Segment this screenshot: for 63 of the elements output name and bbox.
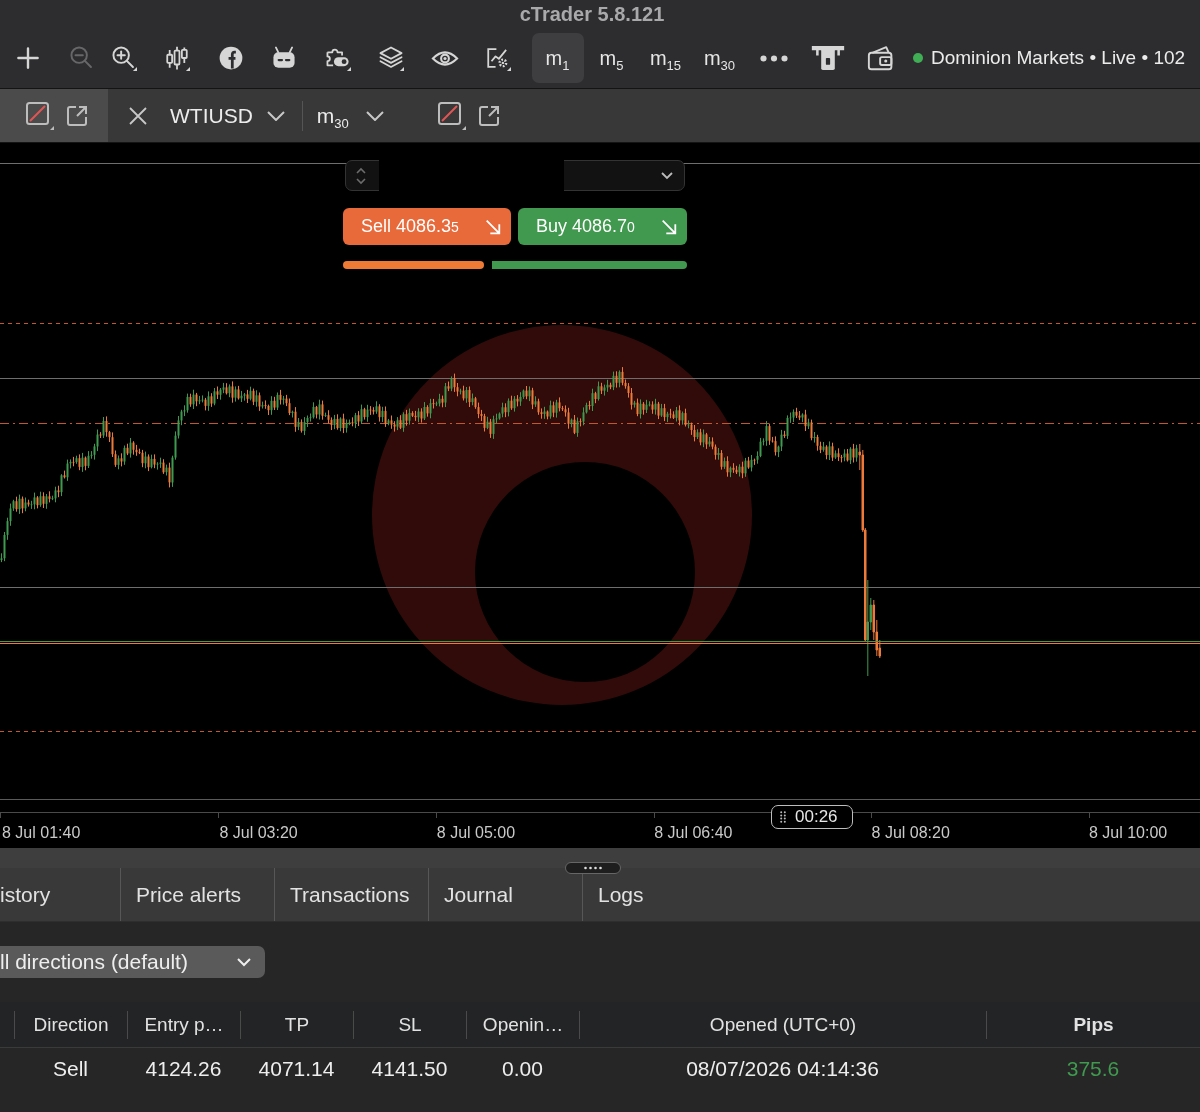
circle-f-icon[interactable] [217,45,244,71]
table-cell-text: 375.6 [1065,1057,1121,1081]
column-header[interactable]: Direction [14,1010,127,1039]
table-cell-text: 4124.26 [144,1057,223,1081]
popout-icon[interactable] [476,103,501,128]
wallet-icon[interactable] [866,45,895,71]
timeframe-button[interactable]: m$_{30}$ [693,33,746,83]
time-label: 8 Jul 01:40 [2,824,81,842]
arrow-down-right-icon [484,217,502,236]
slashed-square-icon[interactable] [26,101,54,130]
slashed-square-icon[interactable] [437,101,466,130]
table-cell-text: 4141.50 [370,1057,449,1081]
column-header[interactable]: SL [353,1010,466,1039]
panel-tab[interactable]: istory [0,868,120,921]
more-icon[interactable] [759,54,788,62]
zoom-in-icon[interactable] [110,45,137,71]
chevron-down-icon [266,110,285,121]
chart-gear-icon[interactable] [485,45,511,71]
table-cell-text: 0.00 [501,1057,544,1081]
eye-icon[interactable] [430,48,459,68]
account-label[interactable]: Dominion Markets • Live • 102 [931,47,1186,69]
time-label: 8 Jul 05:00 [436,824,516,842]
panel-tab[interactable]: Transactions [274,868,428,921]
time-label: 8 Jul 03:20 [219,824,298,842]
time-label: 8 Jul 06:40 [654,824,733,842]
panel-tab[interactable]: Journal [428,868,582,921]
panel-tab[interactable]: Price alerts [120,868,274,921]
buy-button[interactable]: Buy 4086.70 [518,208,687,245]
panel-tab[interactable]: Logs [582,868,736,921]
chevron-down-icon [365,110,384,121]
table-cell-text: 08/07/2026 04:14:36 [685,1057,880,1081]
timeframe-button[interactable]: m$_{5}$ [585,33,638,83]
chevron-down-icon[interactable] [661,171,673,180]
time-label: 8 Jul 10:00 [1088,824,1168,842]
direction-filter-dropdown[interactable]: ll directions (default) [0,946,265,978]
column-header[interactable]: Opened (UTC+0) [579,1010,986,1039]
column-header[interactable]: TP [240,1010,353,1039]
column-header[interactable]: Pips [986,1010,1200,1039]
plus-icon[interactable] [17,47,39,69]
chevron-down-icon [237,957,251,967]
column-header[interactable]: Openin… [466,1010,579,1039]
layers-icon[interactable] [378,45,404,71]
stepper-icon[interactable] [355,166,367,185]
resize-handle[interactable] [565,862,621,874]
candlestick-icon[interactable] [164,45,190,71]
timeframe-button[interactable]: m$_{1}$ [531,33,584,83]
table-cell-text: Sell [52,1057,89,1081]
timeframe-button[interactable]: m$_{15}$ [639,33,692,83]
time-label: 8 Jul 08:20 [871,824,950,842]
symbol-dropdown[interactable]: WTIUSD [170,103,285,128]
chart-tab[interactable] [0,89,108,142]
countdown-text: 00:26 [795,807,838,827]
close-icon[interactable] [129,106,147,125]
window-title: cTrader 5.8.121 [519,2,665,26]
grip-icon [780,811,786,823]
popout-icon[interactable] [65,103,89,128]
column-header[interactable]: Entry p… [127,1010,240,1039]
table-cell-text: 4071.14 [257,1057,336,1081]
card-slot-icon[interactable] [810,45,845,71]
timeframe-dropdown[interactable]: m$_{30}$ [316,103,384,128]
countdown-badge[interactable]: 00:26 [771,805,853,829]
arrow-down-right-icon [660,217,678,236]
robot-icon[interactable] [271,45,297,71]
